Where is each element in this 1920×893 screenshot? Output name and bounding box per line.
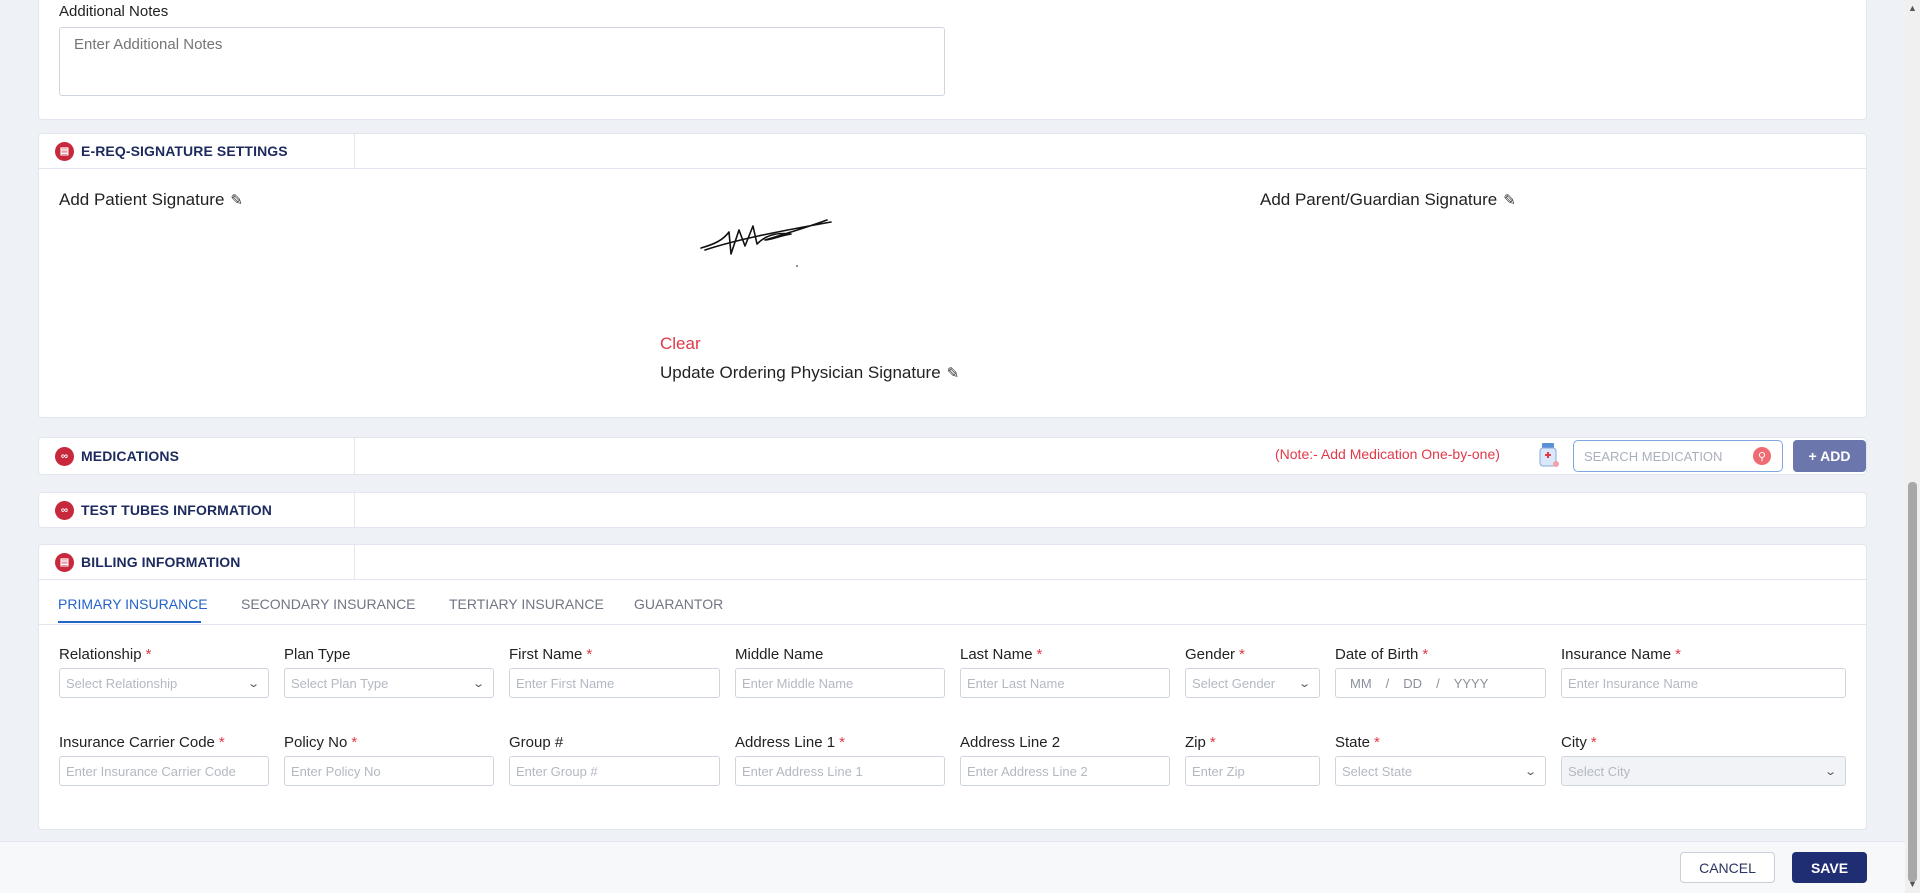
tab-guarantor[interactable]: GUARANTOR	[634, 596, 723, 612]
save-button[interactable]: SAVE	[1792, 852, 1867, 883]
billing-icon: ▤	[55, 552, 74, 572]
group-label: Group #	[509, 734, 564, 751]
zip-label: Zip *	[1185, 734, 1216, 751]
guardian-signature-text: Add Parent/Guardian Signature	[1260, 190, 1498, 209]
clear-signature-link[interactable]: Clear	[660, 334, 701, 354]
physician-signature-text: Update Ordering Physician Signature	[660, 363, 941, 382]
dob-label: Date of Birth *	[1335, 646, 1429, 663]
physician-signature-label[interactable]: Update Ordering Physician Signature ✎	[660, 363, 959, 383]
signature-section-title: E-REQ-SIGNATURE SETTINGS	[81, 143, 288, 159]
address1-input[interactable]	[735, 756, 945, 786]
last-name-input[interactable]	[960, 668, 1170, 698]
medication-search-input[interactable]	[1573, 440, 1783, 472]
address2-label: Address Line 2	[960, 734, 1061, 751]
pen-icon[interactable]: ✎	[1503, 191, 1516, 209]
dob-month[interactable]: MM	[1350, 676, 1372, 691]
patient-signature-label[interactable]: Add Patient Signature ✎	[59, 190, 243, 210]
notes-textarea[interactable]	[59, 27, 945, 96]
tab-secondary-insurance[interactable]: SECONDARY INSURANCE	[241, 596, 416, 612]
guardian-signature-label[interactable]: Add Parent/Guardian Signature ✎	[1260, 190, 1516, 210]
plan-type-select[interactable]: Select Plan Type ⌄	[284, 668, 494, 698]
search-icon[interactable]: ⚲	[1753, 447, 1771, 465]
test-tubes-card: ∞ TEST TUBES INFORMATION	[38, 492, 1867, 528]
medications-section-title: MEDICATIONS	[81, 448, 180, 464]
billing-section-title: BILLING INFORMATION	[81, 554, 241, 570]
middle-name-label: Middle Name	[735, 646, 824, 663]
vertical-scrollbar[interactable]: ▲ ▼	[1905, 0, 1920, 893]
carrier-code-input[interactable]	[59, 756, 269, 786]
chevron-down-icon: ⌄	[471, 677, 485, 690]
chevron-down-icon: ⌄	[1823, 765, 1837, 778]
dob-day[interactable]: DD	[1403, 676, 1422, 691]
address1-label: Address Line 1 *	[735, 734, 845, 751]
policy-no-label: Policy No *	[284, 734, 358, 751]
page: Additional Notes ▤ E-REQ-SIGNATURE SETTI…	[0, 0, 1905, 893]
state-select[interactable]: Select State ⌄	[1335, 756, 1546, 786]
address2-input[interactable]	[960, 756, 1170, 786]
pill-bottle-icon	[1539, 443, 1559, 467]
city-label: City *	[1561, 734, 1597, 751]
scrollbar-thumb[interactable]	[1908, 482, 1917, 882]
medication-icon: ∞	[55, 446, 74, 466]
state-label: State *	[1335, 734, 1380, 751]
cancel-button[interactable]: CANCEL	[1680, 852, 1775, 883]
tab-primary-insurance[interactable]: PRIMARY INSURANCE	[58, 596, 208, 612]
last-name-label: Last Name *	[960, 646, 1043, 663]
pen-icon[interactable]: ✎	[947, 364, 960, 382]
physician-signature-image	[700, 219, 832, 267]
pen-icon[interactable]: ✎	[230, 191, 243, 209]
zip-input[interactable]	[1185, 756, 1320, 786]
signature-header: ▤ E-REQ-SIGNATURE SETTINGS	[39, 134, 1866, 169]
add-medication-button[interactable]: + ADD	[1793, 440, 1866, 472]
document-icon: ▤	[55, 141, 74, 161]
relationship-select[interactable]: Select Relationship ⌄	[59, 668, 269, 698]
insurance-name-input[interactable]	[1561, 668, 1846, 698]
first-name-input[interactable]	[509, 668, 720, 698]
gender-label: Gender *	[1185, 646, 1245, 663]
carrier-code-label: Insurance Carrier Code *	[59, 734, 225, 751]
billing-header: ▤ BILLING INFORMATION	[39, 545, 1866, 580]
city-select[interactable]: Select City ⌄	[1561, 756, 1846, 786]
relationship-label: Relationship *	[59, 646, 152, 663]
plan-type-label: Plan Type	[284, 646, 351, 663]
group-input[interactable]	[509, 756, 720, 786]
insurance-tabs: PRIMARY INSURANCE SECONDARY INSURANCE TE…	[38, 586, 1867, 625]
dob-input[interactable]: MM / DD / YYYY	[1335, 668, 1546, 698]
policy-no-input[interactable]	[284, 756, 494, 786]
active-tab-indicator	[58, 621, 201, 623]
notes-label: Additional Notes	[59, 3, 169, 20]
scroll-down-arrow-icon[interactable]: ▼	[1908, 879, 1917, 889]
footer-bar	[0, 841, 1905, 893]
insurance-name-label: Insurance Name *	[1561, 646, 1681, 663]
middle-name-input[interactable]	[735, 668, 945, 698]
first-name-label: First Name *	[509, 646, 593, 663]
tab-tertiary-insurance[interactable]: TERTIARY INSURANCE	[449, 596, 604, 612]
scroll-up-arrow-icon[interactable]: ▲	[1908, 3, 1917, 13]
chevron-down-icon: ⌄	[1297, 677, 1311, 690]
dob-separator: /	[1436, 675, 1440, 691]
test-tubes-header: ∞ TEST TUBES INFORMATION	[39, 493, 1866, 527]
chevron-down-icon: ⌄	[246, 677, 260, 690]
test-tubes-section-title: TEST TUBES INFORMATION	[81, 502, 272, 518]
patient-signature-text: Add Patient Signature	[59, 190, 225, 209]
medication-note: (Note:- Add Medication One-by-one)	[1275, 446, 1500, 462]
test-tube-icon: ∞	[55, 500, 74, 520]
gender-select[interactable]: Select Gender ⌄	[1185, 668, 1320, 698]
chevron-down-icon: ⌄	[1523, 765, 1537, 778]
dob-separator: /	[1385, 675, 1390, 691]
dob-year[interactable]: YYYY	[1454, 676, 1489, 691]
